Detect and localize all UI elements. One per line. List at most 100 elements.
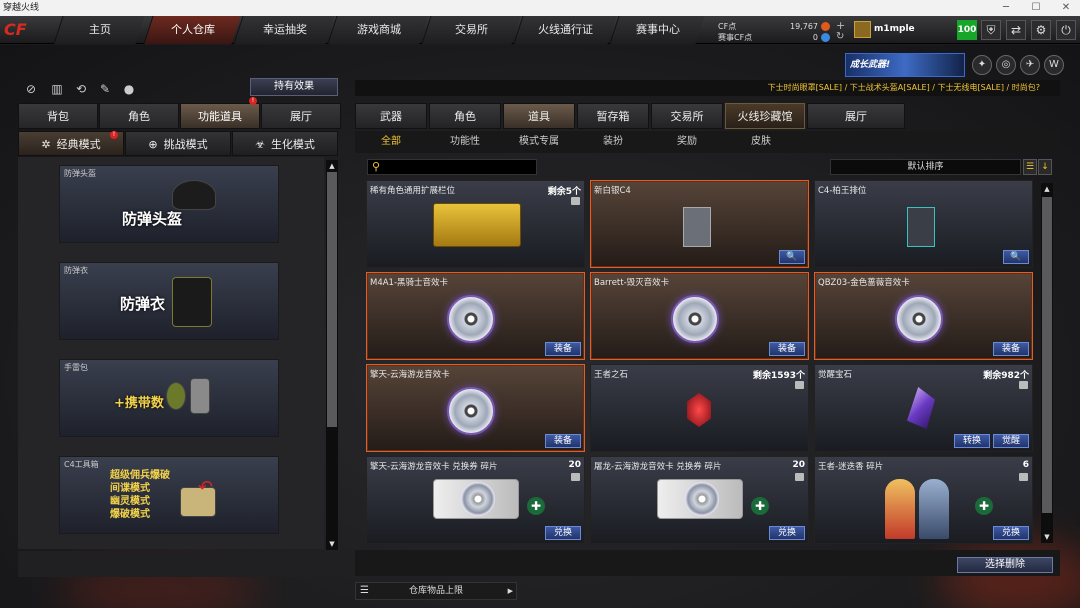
tab-showroom[interactable]: 展厅 (261, 103, 341, 129)
tab-label: 背包 (47, 110, 69, 123)
scroll-down-icon[interactable]: ▼ (1042, 532, 1052, 542)
refresh-icon[interactable]: ⟲ (72, 80, 90, 98)
wolf-icon[interactable]: W (1044, 55, 1064, 75)
item-card[interactable]: Barrett-毁灭音效卡 装备 (590, 272, 809, 360)
item-card[interactable]: M4A1-黑骑士音效卡 装备 (366, 272, 585, 360)
badge-icon[interactable]: ✦ (972, 55, 992, 75)
mode-tab-challenge[interactable]: ⊕ 挑战模式 (125, 131, 231, 156)
item-name: 觉醒宝石 (818, 370, 853, 380)
edit-icon[interactable]: ✎ (96, 80, 114, 98)
nav-tab-shop[interactable]: 游戏商城 (327, 16, 429, 44)
tab-storage[interactable]: 暂存箱 (577, 103, 649, 129)
tab-label: 火线珍藏馆 (737, 110, 793, 123)
nav-tab-lottery[interactable]: 幸运抽奖 (233, 16, 335, 44)
tab-showroom-right[interactable]: 展厅 (807, 103, 905, 129)
tab-trade[interactable]: 交易所 (651, 103, 723, 129)
rocket-icon[interactable]: ✈ (1020, 55, 1040, 75)
news-ticker[interactable]: 下士时尚眼罩[SALE] / 下士战术头盔A[SALE] / 下士无线电[SAL… (355, 80, 1060, 96)
item-card[interactable]: 擎天-云海游龙音效卡 装备 (366, 364, 585, 452)
character-icon (885, 479, 915, 539)
nav-tab-events[interactable]: 赛事中心 (609, 16, 705, 44)
nav-tab-exchange[interactable]: 交易所 (421, 16, 521, 44)
subtab-all[interactable]: 全部 (355, 131, 427, 153)
redeem-button[interactable]: 兑换 (993, 526, 1029, 540)
scroll-up-icon[interactable]: ▲ (1042, 184, 1052, 194)
item-card[interactable]: 擎天-云海游龙音效卡 兑换券 碎片 20 ✚ 兑换 (366, 456, 585, 544)
scroll-down-icon[interactable]: ▼ (327, 539, 337, 549)
item-card[interactable]: 王者-迷迭香 碎片 6 ✚ 兑换 (814, 456, 1033, 544)
search-input[interactable]: ⚲ (367, 159, 537, 175)
subtab-skin[interactable]: 皮肤 (725, 131, 797, 153)
equip-button[interactable]: 装备 (545, 342, 581, 356)
list-view-icon[interactable]: ☰ (1023, 159, 1037, 175)
select-delete-button[interactable]: 选择删除 (957, 557, 1053, 573)
equip-button[interactable]: 装备 (769, 342, 805, 356)
nav-tab-pass[interactable]: 火线通行证 (513, 16, 617, 44)
subtab-outfit[interactable]: 装扮 (577, 131, 649, 153)
redeem-button[interactable]: 兑换 (545, 526, 581, 540)
sort-order-icon[interactable]: ↓ (1038, 159, 1052, 175)
lock-icon (1019, 381, 1028, 389)
subtab-mode[interactable]: 模式专属 (503, 131, 575, 153)
power-icon[interactable]: ⏻ (1056, 20, 1076, 40)
stats-icon[interactable]: ▥ (48, 80, 66, 98)
shield-icon[interactable]: ⛨ (981, 20, 1001, 40)
off-toggle-icon[interactable]: ⊘ (22, 80, 40, 98)
item-card[interactable]: 稀有角色通用扩展栏位 剩余5个 (366, 180, 585, 268)
item-card[interactable]: 屠龙-云海游龙音效卡 兑换券 碎片 20 ✚ 兑换 (590, 456, 809, 544)
preview-button[interactable]: 🔍 (779, 250, 805, 264)
scroll-up-icon[interactable]: ▲ (327, 161, 337, 171)
item-count: 剩余1593个 (752, 371, 805, 381)
grenade-icon[interactable]: ● (120, 80, 138, 98)
nav-tab-warehouse[interactable]: 个人仓库 (143, 16, 241, 44)
awaken-button[interactable]: 觉醒 (993, 434, 1029, 448)
capacity-bar[interactable]: ☰ 仓库物品上限 ▶ (355, 582, 517, 600)
avatar[interactable] (854, 21, 871, 38)
item-card[interactable]: QBZ03-金色蔷薇音效卡 装备 (814, 272, 1033, 360)
sort-select[interactable]: 默认排序 (830, 159, 1021, 175)
nav-tab-label: 主页 (88, 23, 111, 36)
item-card[interactable]: 王者之石 剩余1593个 (590, 364, 809, 452)
redeem-button[interactable]: 兑换 (769, 526, 805, 540)
gear-icon[interactable]: ⚙ (1031, 20, 1051, 40)
item-name: Barrett-毁灭音效卡 (594, 278, 670, 288)
tab-characters[interactable]: 角色 (429, 103, 501, 129)
tab-functional-items[interactable]: 功能道具 (180, 103, 260, 129)
scroll-thumb[interactable] (327, 172, 337, 427)
target-icon[interactable]: ◎ (996, 55, 1016, 75)
maximize-icon[interactable]: ☐ (1022, 0, 1050, 16)
exchange-icon[interactable]: ⇄ (1006, 20, 1026, 40)
equip-button[interactable]: 装备 (993, 342, 1029, 356)
event-points-value: 0 (812, 33, 818, 42)
tab-props[interactable]: 道具 (503, 103, 575, 129)
list-item[interactable]: 防弹衣 防弹衣 (59, 262, 279, 340)
effects-button[interactable]: 持有效果 (250, 78, 338, 96)
minimize-icon[interactable]: ─ (992, 0, 1020, 16)
tab-collection[interactable]: 火线珍藏馆 (725, 103, 805, 129)
item-card[interactable]: 觉醒宝石 剩余982个 转换 觉醒 (814, 364, 1033, 452)
subtab-reward[interactable]: 奖励 (651, 131, 723, 153)
mode-tab-classic[interactable]: ✲ 经典模式 (18, 131, 124, 156)
right-scrollbar[interactable]: ▲ ▼ (1041, 183, 1053, 543)
close-icon[interactable]: ✕ (1052, 0, 1080, 16)
lock-icon (795, 473, 804, 481)
list-item[interactable]: 手雷包 +携带数 (59, 359, 279, 437)
tab-bag[interactable]: 背包 (18, 103, 98, 129)
mode-tab-zombie[interactable]: ☣ 生化模式 (232, 131, 338, 156)
list-item[interactable]: 防弹头盔 防弹头盔 (59, 165, 279, 243)
convert-button[interactable]: 转换 (954, 434, 990, 448)
growth-weapon-banner[interactable]: 成长武器! (845, 53, 965, 77)
refresh-icon[interactable]: ↻ (836, 31, 844, 42)
item-card[interactable]: C4-柏王排位 🔍 (814, 180, 1033, 268)
nav-tab-home[interactable]: 主页 (53, 16, 145, 44)
left-scrollbar[interactable]: ▲ ▼ (326, 160, 338, 550)
tab-character[interactable]: 角色 (99, 103, 179, 129)
list-item[interactable]: C4工具箱 超级佣兵爆破 间谍模式 幽灵模式 爆破模式 ↶ (59, 456, 279, 534)
tab-weapons[interactable]: 武器 (355, 103, 427, 129)
equip-button[interactable]: 装备 (545, 434, 581, 448)
scroll-thumb[interactable] (1042, 197, 1052, 513)
item-name: C4-柏王排位 (818, 186, 867, 196)
preview-button[interactable]: 🔍 (1003, 250, 1029, 264)
item-card[interactable]: 新白银C4 🔍 (590, 180, 809, 268)
subtab-functional[interactable]: 功能性 (429, 131, 501, 153)
